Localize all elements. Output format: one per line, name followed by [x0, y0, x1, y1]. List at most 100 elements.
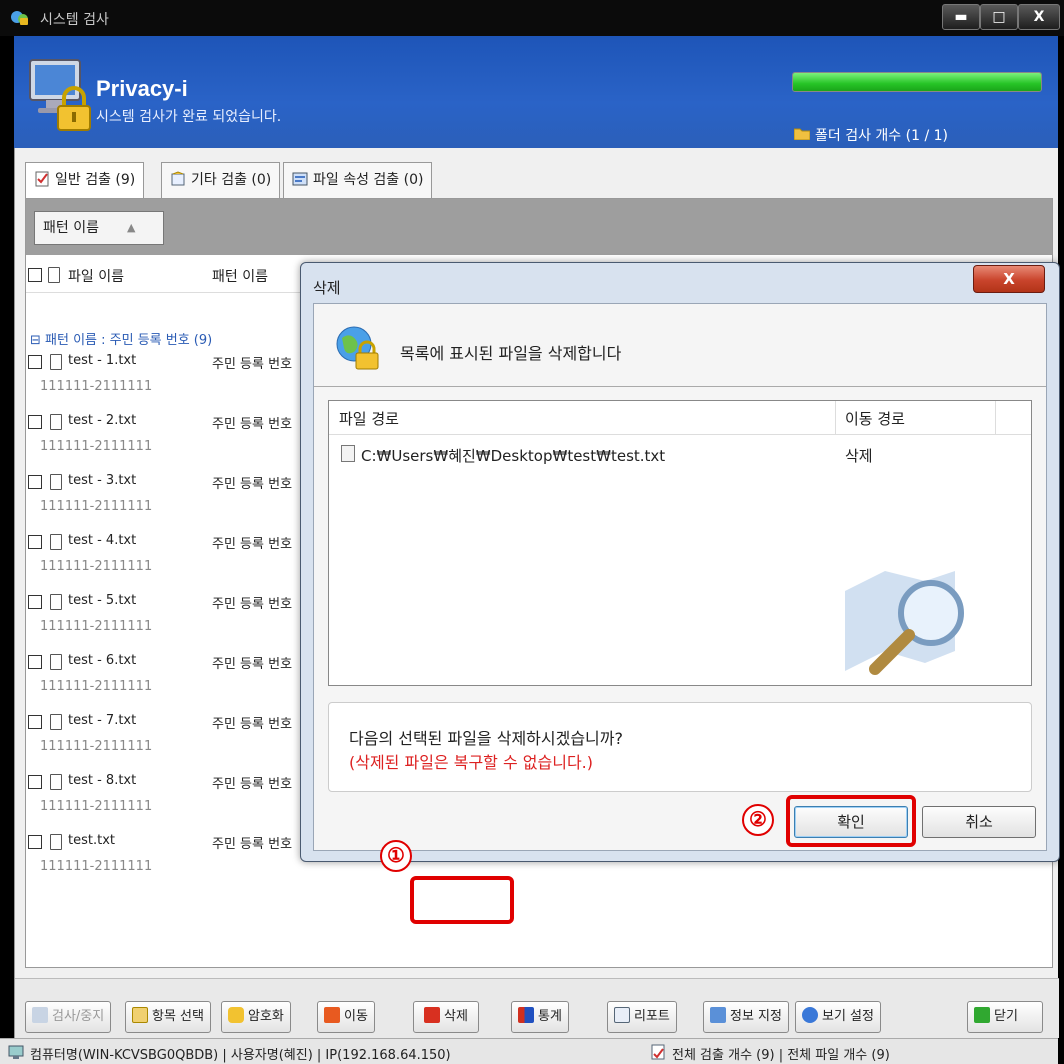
row-checkbox[interactable] — [28, 355, 42, 369]
text-file-icon — [50, 774, 62, 790]
row-checkbox[interactable] — [28, 535, 42, 549]
group-chip-label: 패턴 이름 — [43, 220, 99, 236]
row-file-name: test - 8.txt — [68, 773, 137, 788]
column-file-name[interactable]: 파일 이름 — [68, 266, 124, 286]
info-card-icon — [710, 1007, 726, 1023]
table-row[interactable]: test - 4.txt 주민 등록 번호 111111-2111111 — [26, 529, 326, 589]
statistics-button[interactable]: 통계 — [511, 1001, 569, 1033]
sort-ascending-icon: ▲ — [127, 221, 136, 234]
info-assign-button[interactable]: 정보 지정 — [703, 1001, 789, 1033]
title-bar: 시스템 검사 ▬ □ X — [0, 0, 1064, 36]
group-by-pattern-chip[interactable]: 패턴 이름 ▲ — [34, 211, 164, 245]
row-file-name: test - 4.txt — [68, 533, 137, 548]
annotation-box-delete — [410, 876, 514, 924]
irreversible-warning: (삭제된 파일은 복구할 수 없습니다.) — [349, 753, 593, 772]
row-detected-value: 111111-2111111 — [40, 739, 153, 754]
dialog-message: 목록에 표시된 파일을 삭제합니다 — [400, 344, 622, 363]
checklist-icon — [132, 1007, 148, 1023]
row-checkbox[interactable] — [28, 415, 42, 429]
maximize-button[interactable]: □ — [980, 4, 1018, 30]
table-row[interactable]: test - 7.txt 주민 등록 번호 111111-2111111 — [26, 709, 326, 769]
computer-icon — [8, 1045, 24, 1059]
row-detected-value: 111111-2111111 — [40, 679, 153, 694]
window-close-button[interactable]: X — [1018, 4, 1060, 30]
row-detected-value: 111111-2111111 — [40, 439, 153, 454]
button-label: 암호화 — [248, 1009, 284, 1024]
scan-progress-fill — [793, 73, 1041, 91]
table-row[interactable]: test - 3.txt 주민 등록 번호 111111-2111111 — [26, 469, 326, 529]
row-pattern: 주민 등록 번호 — [212, 777, 293, 792]
view-settings-icon — [802, 1007, 818, 1023]
row-checkbox[interactable] — [28, 775, 42, 789]
row-checkbox[interactable] — [28, 595, 42, 609]
cancel-button[interactable]: 취소 — [922, 806, 1036, 838]
row-checkbox[interactable] — [28, 715, 42, 729]
row-pattern: 주민 등록 번호 — [212, 717, 293, 732]
column-move-path[interactable]: 이동 경로 — [845, 408, 905, 429]
app-header: Privacy-i 시스템 검사가 완료 되었습니다. 폴더 검사 개수 (1 … — [14, 36, 1058, 148]
close-app-button[interactable]: 닫기 — [967, 1001, 1043, 1033]
row-pattern: 주민 등록 번호 — [212, 837, 293, 852]
row-detected-value: 111111-2111111 — [40, 379, 153, 394]
tab-file-attribute-detection[interactable]: 파일 속성 검출 (0) — [283, 162, 433, 198]
exit-icon — [974, 1007, 990, 1023]
row-file-name: test - 6.txt — [68, 653, 137, 668]
report-icon — [651, 1044, 665, 1060]
tab-label: 파일 속성 검출 (0) — [313, 172, 424, 188]
status-bar: 컴퓨터명(WIN-KCVSBG0QBDB) | 사용자명(혜진) | IP(19… — [0, 1038, 1058, 1064]
column-file-path[interactable]: 파일 경로 — [339, 408, 399, 429]
tab-other-detection[interactable]: 기타 검출 (0) — [161, 162, 281, 198]
minimize-button[interactable]: ▬ — [942, 4, 980, 30]
row-detected-value: 111111-2111111 — [40, 499, 153, 514]
row-pattern: 주민 등록 번호 — [212, 357, 293, 372]
file-properties-icon — [292, 172, 308, 186]
column-pattern-name[interactable]: 패턴 이름 — [212, 266, 268, 286]
scan-icon — [32, 1007, 48, 1023]
select-all-checkbox[interactable] — [28, 268, 42, 282]
bar-chart-icon — [518, 1007, 534, 1023]
table-row[interactable]: test - 6.txt 주민 등록 번호 111111-2111111 — [26, 649, 326, 709]
row-file-name: test.txt — [68, 833, 115, 848]
file-path-value[interactable]: C:₩Users₩혜진₩Desktop₩test₩test.txt — [361, 445, 665, 466]
text-file-icon — [50, 474, 62, 490]
delete-dialog: 삭제 X 목록에 표시된 파일을 삭제합니다 파일 경로 이동 경로 C:₩Us… — [300, 262, 1060, 862]
move-path-value: 삭제 — [845, 447, 873, 465]
view-settings-button[interactable]: 보기 설정 — [795, 1001, 881, 1033]
lock-icon — [228, 1007, 244, 1023]
row-checkbox[interactable] — [28, 835, 42, 849]
row-pattern: 주민 등록 번호 — [212, 537, 293, 552]
button-label: 닫기 — [994, 1009, 1018, 1024]
row-checkbox[interactable] — [28, 655, 42, 669]
file-list-header: 파일 경로 이동 경로 — [329, 401, 1031, 435]
table-row[interactable]: test - 1.txt 주민 등록 번호 111111-2111111 — [26, 349, 326, 409]
table-row[interactable]: test.txt 주민 등록 번호 111111-2111111 — [26, 829, 326, 889]
row-file-name: test - 2.txt — [68, 413, 137, 428]
button-label: 정보 지정 — [730, 1009, 782, 1024]
move-button[interactable]: 이동 — [317, 1001, 375, 1033]
tab-general-detection[interactable]: 일반 검출 (9) — [25, 162, 145, 199]
annotation-box-ok — [786, 795, 916, 847]
select-items-button[interactable]: 항목 선택 — [125, 1001, 211, 1033]
row-checkbox[interactable] — [28, 475, 42, 489]
button-label: 삭제 — [444, 1009, 468, 1024]
annotation-marker-1: ① — [380, 840, 412, 872]
text-file-icon — [50, 354, 62, 370]
row-pattern: 주민 등록 번호 — [212, 657, 293, 672]
app-name: Privacy-i — [96, 76, 188, 101]
dialog-close-button[interactable]: X — [973, 265, 1045, 293]
text-file-icon — [50, 654, 62, 670]
report-button[interactable]: 리포트 — [607, 1001, 677, 1033]
dialog-separator — [314, 386, 1046, 387]
delete-button[interactable]: 삭제 — [413, 1001, 479, 1033]
row-detected-value: 111111-2111111 — [40, 619, 153, 634]
group-label[interactable]: ⊟ 패턴 이름 : 주민 등록 번호 (9) — [30, 329, 212, 348]
table-row[interactable]: test - 2.txt 주민 등록 번호 111111-2111111 — [26, 409, 326, 469]
table-row[interactable]: test - 5.txt 주민 등록 번호 111111-2111111 — [26, 589, 326, 649]
table-row[interactable]: test - 8.txt 주민 등록 번호 111111-2111111 — [26, 769, 326, 829]
scan-stop-button[interactable]: 검사/중지 — [25, 1001, 112, 1033]
dialog-title: 삭제 — [313, 279, 341, 297]
confirm-message-box: 다음의 선택된 파일을 삭제하시겠습니까? (삭제된 파일은 복구할 수 없습니… — [328, 702, 1032, 792]
column-divider — [995, 401, 996, 435]
encrypt-button[interactable]: 암호화 — [221, 1001, 291, 1033]
document-icon — [171, 171, 185, 186]
